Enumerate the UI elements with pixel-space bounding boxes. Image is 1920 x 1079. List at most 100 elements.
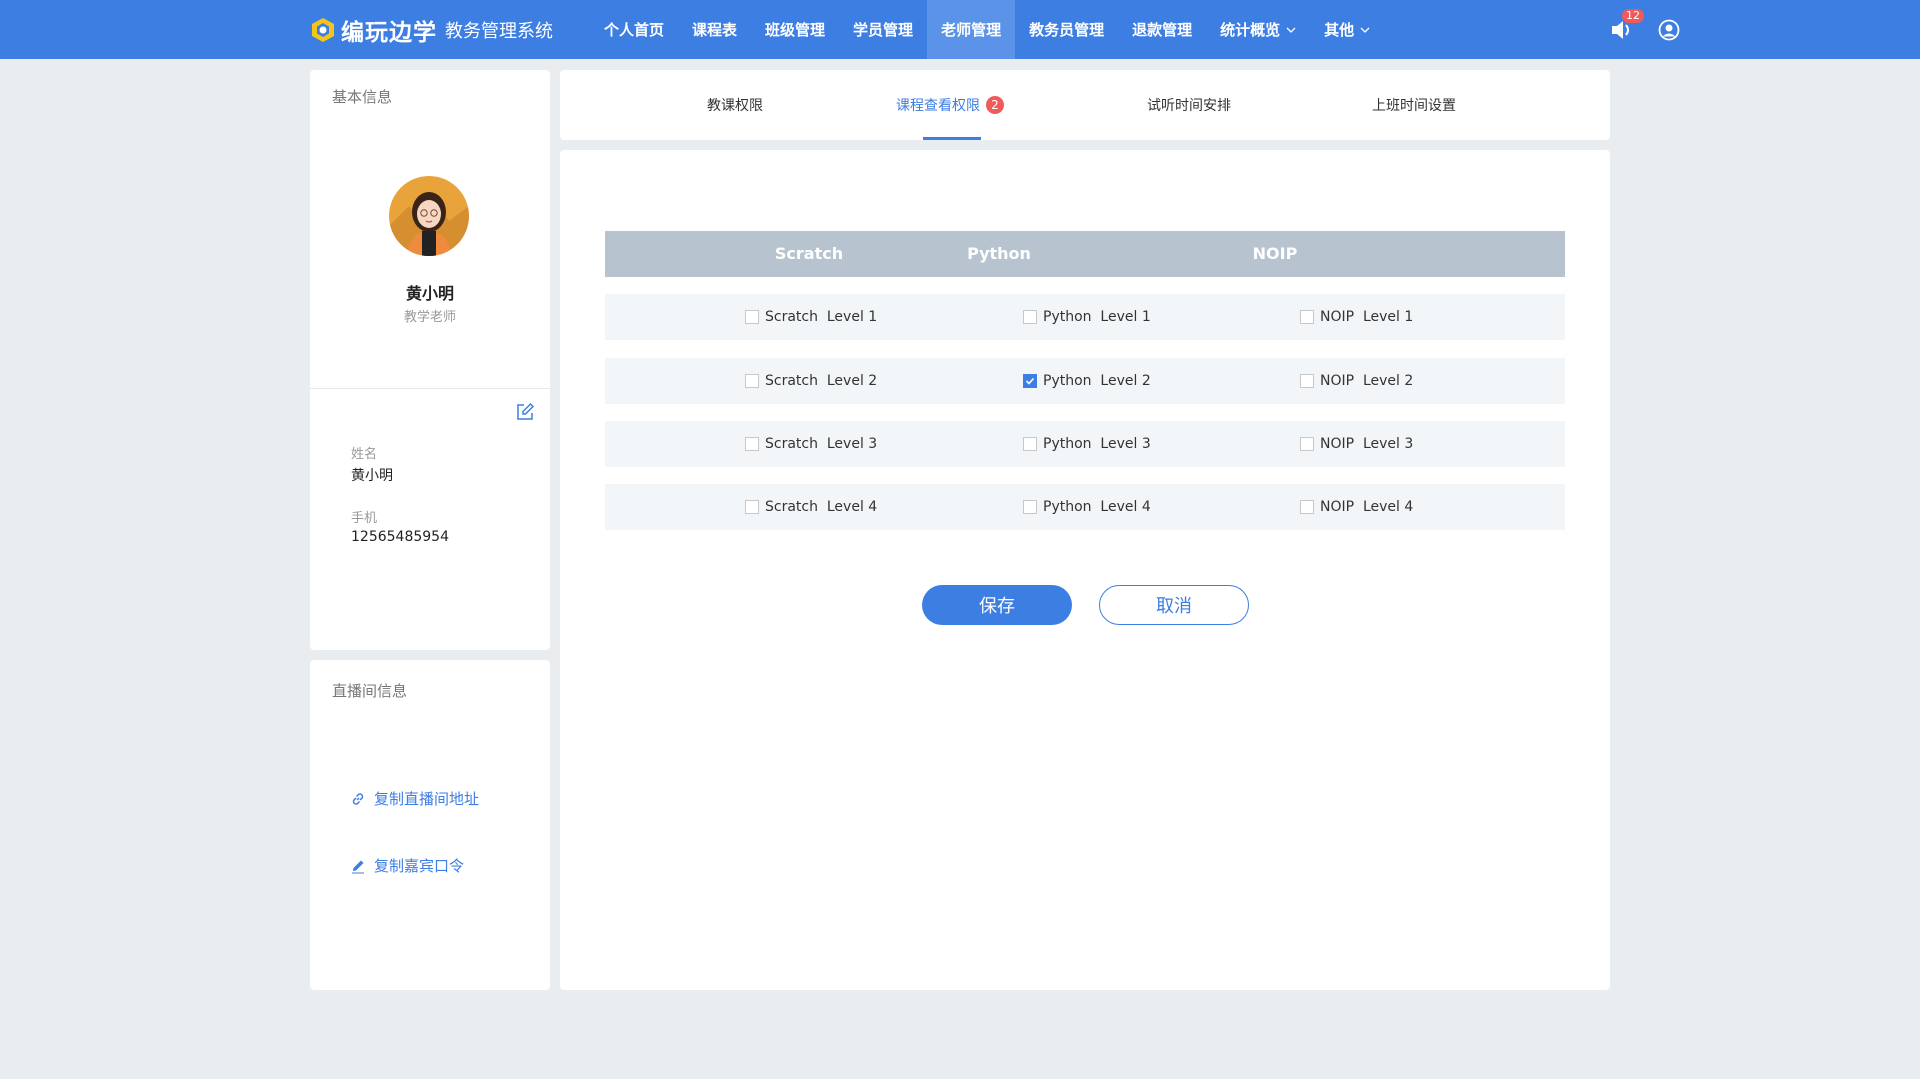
tab-teaching-permission[interactable]: 教课权限: [707, 70, 763, 140]
checkbox[interactable]: [1300, 500, 1314, 514]
brand-name: 编玩边学: [341, 20, 437, 46]
edit-icon[interactable]: [515, 402, 535, 422]
top-navigation-bar: 编玩边学 教务管理系统 个人首页 课程表 班级管理 学员管理 老师管理 教务员管…: [0, 0, 1920, 59]
nav-item-home[interactable]: 个人首页: [590, 0, 678, 59]
notification-button[interactable]: 12: [1606, 8, 1644, 45]
chevron-down-icon: [1360, 27, 1370, 33]
link-icon: [352, 792, 364, 805]
checkbox[interactable]: [745, 374, 759, 388]
nav-label: 退款管理: [1132, 21, 1193, 39]
main-nav: 个人首页 课程表 班级管理 学员管理 老师管理 教务员管理 退款管理 统计概览 …: [590, 0, 1384, 59]
avatar-illustration: [389, 176, 469, 256]
option-label: NOIP Level 1: [1320, 309, 1414, 325]
table-row: Scratch Level 4 Python Level 4 NOIP Level …: [605, 484, 1565, 530]
nav-label: 老师管理: [941, 21, 1002, 39]
avatar: [389, 176, 469, 256]
nav-label: 统计概览: [1220, 21, 1281, 39]
permission-option-noip-level-2[interactable]: NOIP Level 2: [1300, 358, 1413, 404]
profile-name: 黄小明: [405, 284, 454, 303]
nav-label: 其他: [1324, 21, 1355, 39]
nav-label: 教务员管理: [1029, 21, 1105, 39]
cancel-button[interactable]: 取消: [1099, 585, 1249, 625]
permission-option-noip-level-4[interactable]: NOIP Level 4: [1300, 484, 1413, 530]
checkbox[interactable]: [1023, 374, 1037, 388]
permission-option-scratch-level-3[interactable]: Scratch Level 3: [745, 421, 877, 467]
basic-info-card: 基本信息 黄小明 教学老师 姓名 黄小明 手机 12565485954: [310, 70, 550, 650]
checkbox[interactable]: [1023, 500, 1037, 514]
nav-label: 课程表: [692, 21, 738, 39]
tab-badge: 2: [986, 96, 1004, 114]
name-value: 黄小明: [351, 468, 393, 484]
section-title: 基本信息: [332, 88, 393, 106]
column-header-scratch: Scratch: [774, 244, 844, 263]
copy-live-address-label: 复制直播间地址: [374, 790, 480, 808]
nav-label: 个人首页: [604, 21, 665, 39]
tabs-bar: 教课权限 课程查看权限 2 试听时间安排 上班时间设置: [560, 70, 1610, 140]
option-label: Python Level 3: [1043, 436, 1151, 452]
permission-option-scratch-level-1[interactable]: Scratch Level 1: [745, 294, 877, 340]
table-header: Scratch Python NOIP: [605, 231, 1565, 277]
tab-label: 教课权限: [707, 98, 763, 114]
checkbox[interactable]: [745, 437, 759, 451]
checkbox[interactable]: [745, 500, 759, 514]
option-label: Scratch Level 1: [765, 309, 878, 325]
section-title: 直播间信息: [332, 682, 408, 700]
nav-item-other[interactable]: 其他: [1310, 0, 1384, 59]
tab-work-hours[interactable]: 上班时间设置: [1372, 70, 1456, 140]
nav-item-staff-management[interactable]: 教务员管理: [1015, 0, 1118, 59]
tab-label: 课程查看权限: [896, 98, 980, 114]
option-label: Python Level 2: [1043, 373, 1151, 389]
phone-label: 手机: [351, 511, 378, 526]
copy-guest-code-link[interactable]: 复制嘉宾口令: [350, 855, 464, 876]
tab-course-view-permission[interactable]: 课程查看权限 2: [896, 70, 1004, 140]
permission-option-python-level-1[interactable]: Python Level 1: [1023, 294, 1151, 340]
checkbox[interactable]: [1300, 374, 1314, 388]
nav-item-student-management[interactable]: 学员管理: [839, 0, 927, 59]
option-label: Scratch Level 4: [765, 499, 878, 515]
phone-value: 12565485954: [351, 529, 449, 545]
checkbox[interactable]: [1300, 437, 1314, 451]
copy-live-address-link[interactable]: 复制直播间地址: [350, 788, 479, 809]
checkbox[interactable]: [1023, 437, 1037, 451]
column-header-noip: NOIP: [1252, 244, 1298, 263]
permission-panel: Scratch Python NOIP Scratch Level 1 Pytho…: [560, 150, 1610, 990]
nav-item-statistics[interactable]: 统计概览: [1206, 0, 1310, 59]
table-row: Scratch Level 3 Python Level 3 NOIP Level …: [605, 421, 1565, 467]
option-label: NOIP Level 3: [1320, 436, 1414, 452]
permission-option-python-level-4[interactable]: Python Level 4: [1023, 484, 1151, 530]
permission-option-python-level-3[interactable]: Python Level 3: [1023, 421, 1151, 467]
nav-item-refund-management[interactable]: 退款管理: [1118, 0, 1206, 59]
checkbox[interactable]: [745, 310, 759, 324]
option-label: Python Level 1: [1043, 309, 1151, 325]
active-tab-indicator: [923, 137, 981, 140]
nav-item-class-management[interactable]: 班级管理: [751, 0, 839, 59]
table-row: Scratch Level 1 Python Level 1 NOIP Level …: [605, 294, 1565, 340]
app-logo[interactable]: 编玩边学 教务管理系统: [309, 13, 553, 47]
notification-badge: 12: [1622, 8, 1644, 23]
permission-option-python-level-2[interactable]: Python Level 2: [1023, 358, 1151, 404]
table-row: Scratch Level 2 Python Level 2 NOIP Level …: [605, 358, 1565, 404]
logo-icon: [312, 18, 334, 42]
name-label: 姓名: [351, 447, 378, 462]
option-label: Scratch Level 3: [765, 436, 878, 452]
tab-label: 试听时间安排: [1147, 98, 1231, 114]
nav-item-schedule[interactable]: 课程表: [678, 0, 751, 59]
checkbox[interactable]: [1023, 310, 1037, 324]
nav-item-teacher-management[interactable]: 老师管理: [927, 0, 1016, 59]
copy-guest-code-label: 复制嘉宾口令: [374, 857, 465, 875]
save-button[interactable]: 保存: [922, 585, 1072, 625]
checkbox[interactable]: [1300, 310, 1314, 324]
tab-trial-schedule[interactable]: 试听时间安排: [1147, 70, 1231, 140]
permission-option-noip-level-1[interactable]: NOIP Level 1: [1300, 294, 1413, 340]
option-label: NOIP Level 4: [1320, 499, 1414, 515]
permission-option-noip-level-3[interactable]: NOIP Level 3: [1300, 421, 1413, 467]
system-name: 教务管理系统: [445, 21, 553, 42]
permission-option-scratch-level-4[interactable]: Scratch Level 4: [745, 484, 877, 530]
nav-label: 班级管理: [765, 21, 826, 39]
option-label: Scratch Level 2: [765, 373, 878, 389]
divider: [310, 388, 550, 389]
permission-option-scratch-level-2[interactable]: Scratch Level 2: [745, 358, 877, 404]
user-icon[interactable]: [1658, 19, 1680, 41]
tab-label: 上班时间设置: [1372, 98, 1456, 114]
profile-role: 教学老师: [403, 310, 456, 325]
